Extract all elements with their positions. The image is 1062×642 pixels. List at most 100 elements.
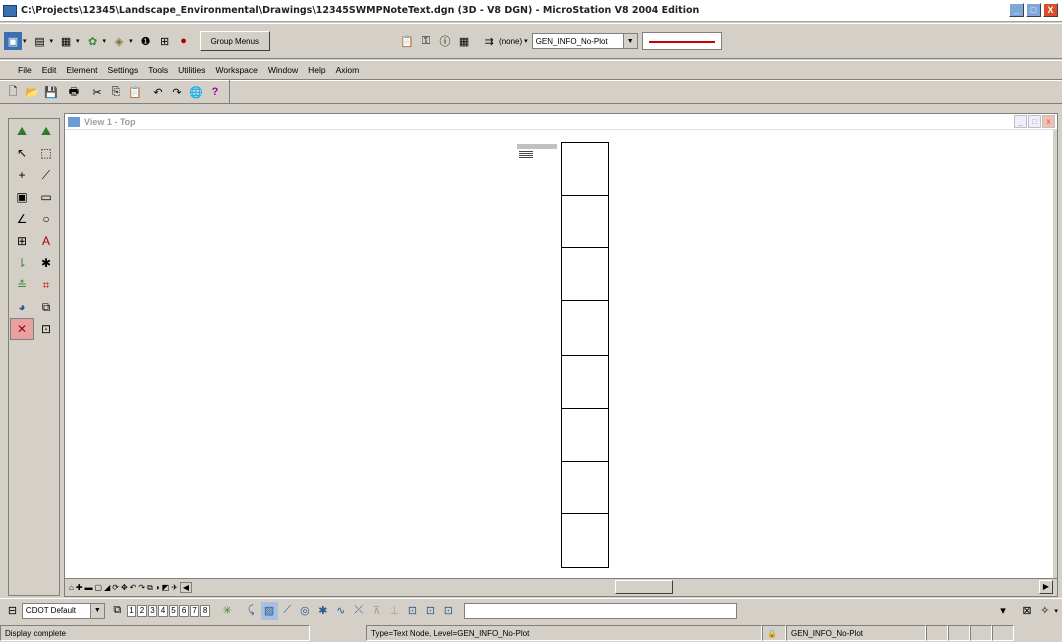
undo-icon[interactable]: ↶ bbox=[149, 83, 167, 101]
scroll-right-icon[interactable]: ▶ bbox=[1039, 580, 1053, 594]
open-folder-icon[interactable]: 📂 bbox=[23, 83, 41, 101]
menu-workspace[interactable]: Workspace bbox=[216, 65, 258, 75]
menu-tools[interactable]: Tools bbox=[148, 65, 168, 75]
cell-icon[interactable]: ▣ bbox=[10, 186, 34, 208]
change-view-perspective-icon[interactable]: ◩ bbox=[162, 583, 170, 592]
view-3-button[interactable]: 3 bbox=[147, 604, 158, 617]
keyin-options-icon[interactable]: ✧ bbox=[1036, 602, 1053, 620]
paste-icon[interactable]: 📋 bbox=[126, 83, 144, 101]
extend-icon[interactable]: ≛ bbox=[10, 274, 34, 296]
line-icon[interactable]: ∠ bbox=[10, 208, 34, 230]
raster-icon[interactable]: ◈ bbox=[110, 32, 128, 50]
record-icon[interactable]: ● bbox=[175, 32, 193, 50]
menu-window[interactable]: Window bbox=[268, 65, 298, 75]
chevron-down-icon[interactable]: ▾ bbox=[1054, 607, 1058, 615]
camera-icon[interactable]: ✈ bbox=[171, 583, 178, 592]
point-icon[interactable]: + bbox=[10, 164, 34, 186]
point-on-snap-icon[interactable]: ⊡ bbox=[440, 602, 457, 620]
view-next-icon[interactable]: ↷ bbox=[138, 583, 145, 592]
level-manager-icon[interactable]: ⚿ bbox=[417, 32, 435, 50]
intersection-snap-icon[interactable]: ⤫ bbox=[350, 602, 367, 620]
midpoint-snap-icon[interactable]: ⟋ bbox=[279, 602, 296, 620]
accudraw-icon[interactable]: ⊞ bbox=[156, 32, 174, 50]
level-none-icon[interactable]: ⇉ bbox=[480, 32, 498, 50]
view-6-button[interactable]: 6 bbox=[179, 604, 189, 617]
view-groups-icon[interactable]: ⧉ bbox=[109, 602, 126, 620]
center-snap-icon[interactable]: ◎ bbox=[297, 602, 314, 620]
globe-icon[interactable]: 🌐 bbox=[187, 83, 205, 101]
view-minimize-button[interactable]: _ bbox=[1014, 115, 1027, 128]
view-attributes-icon[interactable]: ◑ bbox=[155, 583, 160, 592]
copy-view-icon[interactable]: ⧉ bbox=[147, 583, 153, 593]
status-lock-toggle[interactable]: 🔒 bbox=[762, 625, 786, 641]
arc-snap-icon[interactable]: ⤹ bbox=[243, 602, 260, 620]
horizontal-scrollbar[interactable]: ⌂ ✚ ▬ ▢ ◢ ⟳ ✥ ↶ ↷ ⧉ ◑ ◩ ✈ ◀ ▶ bbox=[65, 578, 1057, 596]
chevron-down-icon[interactable]: ▾ bbox=[524, 37, 528, 45]
bisector-snap-icon[interactable]: ⊡ bbox=[422, 602, 439, 620]
view-icon[interactable]: ⊡ bbox=[34, 318, 58, 340]
document-icon[interactable]: ▤ bbox=[31, 32, 49, 50]
menu-file[interactable]: File bbox=[18, 65, 32, 75]
vertical-scrollbar[interactable] bbox=[1053, 130, 1057, 578]
chevron-down-icon[interactable]: ▾ bbox=[129, 37, 133, 45]
scroll-thumb[interactable] bbox=[615, 580, 673, 594]
view-2-button[interactable]: 2 bbox=[137, 604, 147, 617]
selection-box-icon[interactable]: ⬚ bbox=[34, 142, 58, 164]
origin-snap-icon[interactable]: ✱ bbox=[314, 602, 331, 620]
cut-icon[interactable]: ✂ bbox=[88, 83, 106, 101]
zoom-in-icon[interactable]: ✚ bbox=[76, 583, 83, 592]
terrain-icon[interactable]: ⛰ bbox=[34, 120, 58, 142]
minimize-button[interactable]: _ bbox=[1009, 3, 1024, 17]
snap-icon[interactable]: ✳ bbox=[219, 602, 236, 620]
fit-view-icon[interactable]: ◢ bbox=[104, 583, 110, 592]
modify-icon[interactable]: ⇂ bbox=[10, 252, 34, 274]
keypoint-snap-icon[interactable]: ▨ bbox=[260, 601, 278, 620]
parallel-snap-icon[interactable]: ⊥ bbox=[386, 602, 403, 620]
place-text-icon[interactable]: A bbox=[34, 230, 58, 252]
chevron-down-icon[interactable]: ▾ bbox=[76, 37, 80, 45]
print-icon[interactable]: 🖶 bbox=[65, 83, 83, 101]
attributes-icon[interactable]: ▣ bbox=[4, 32, 22, 50]
delete-icon[interactable]: ✕ bbox=[10, 318, 34, 340]
copy-elements-icon[interactable]: ⧉ bbox=[34, 296, 58, 318]
chevron-down-icon[interactable]: ▾ bbox=[23, 37, 27, 45]
view-8-button[interactable]: 8 bbox=[200, 604, 210, 617]
redo-icon[interactable]: ↷ bbox=[168, 83, 186, 101]
dimension-icon[interactable]: ⌗ bbox=[34, 274, 58, 296]
copy-icon[interactable]: ⎘ bbox=[107, 83, 125, 101]
clipboard-icon[interactable]: 📋 bbox=[398, 32, 416, 50]
keyin-browser-icon[interactable]: ⊠ bbox=[1019, 602, 1036, 620]
chevron-down-icon[interactable]: ▾ bbox=[103, 37, 107, 45]
circle-icon[interactable]: ○ bbox=[34, 208, 58, 230]
view-close-button[interactable]: x bbox=[1042, 115, 1055, 128]
info-circle-icon[interactable]: ⓘ bbox=[436, 32, 454, 50]
zoom-out-icon[interactable]: ▬ bbox=[85, 583, 93, 592]
chevron-down-icon[interactable]: ▾ bbox=[50, 37, 54, 45]
pattern-icon[interactable]: ✱ bbox=[34, 252, 58, 274]
table-icon[interactable]: ▦ bbox=[455, 32, 473, 50]
info-icon[interactable]: ❶ bbox=[137, 32, 155, 50]
select-arrow-icon[interactable]: ↖ bbox=[10, 142, 34, 164]
key-in-dropdown-icon[interactable]: ▾ bbox=[995, 602, 1012, 620]
chevron-down-icon[interactable]: ▼ bbox=[89, 603, 104, 618]
settings-manager-icon[interactable]: ⊟ bbox=[4, 602, 21, 620]
view-5-button[interactable]: 5 bbox=[168, 604, 179, 617]
key-in-field[interactable] bbox=[463, 602, 737, 619]
text-node-marker[interactable] bbox=[517, 144, 557, 158]
view-maximize-button[interactable]: □ bbox=[1028, 115, 1041, 128]
scroll-left-icon[interactable]: ◀ bbox=[179, 582, 193, 593]
rotate-view-icon[interactable]: ⟳ bbox=[112, 583, 119, 592]
view-previous-icon[interactable]: ↶ bbox=[130, 583, 137, 592]
tangent-snap-icon[interactable]: ∿ bbox=[332, 602, 349, 620]
update-view-icon[interactable]: ⌂ bbox=[69, 583, 74, 592]
menu-element[interactable]: Element bbox=[66, 65, 97, 75]
settings-combo[interactable]: CDOT Default ▼ bbox=[21, 602, 105, 619]
chevron-down-icon[interactable]: ▼ bbox=[622, 34, 637, 48]
group-menus-button[interactable]: Group Menus bbox=[199, 31, 271, 51]
status-active-level[interactable]: GEN_INFO_No-Plot bbox=[786, 625, 926, 641]
measure-icon[interactable]: ⟋ bbox=[34, 164, 58, 186]
new-file-icon[interactable]: 🗋 bbox=[4, 83, 22, 101]
view-1-button[interactable]: 1 bbox=[126, 604, 137, 617]
active-level-combo[interactable]: GEN_INFO_No-Plot ▼ bbox=[531, 33, 638, 49]
maximize-button[interactable]: □ bbox=[1026, 3, 1041, 17]
